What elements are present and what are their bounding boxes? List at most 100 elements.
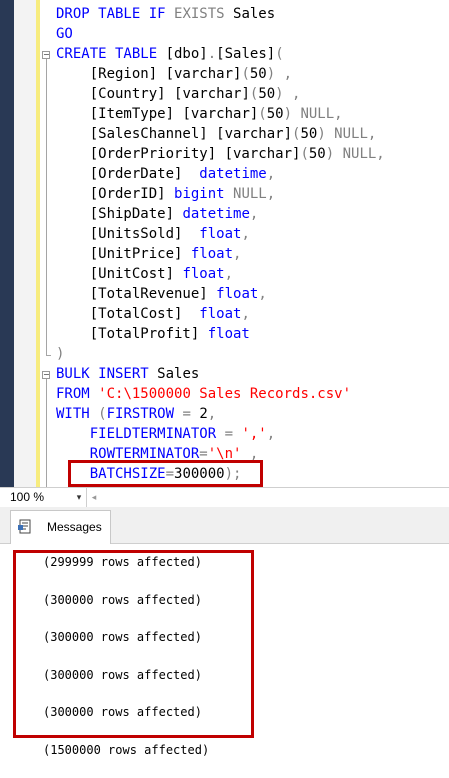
zoom-separator — [86, 488, 87, 507]
window-frame — [0, 0, 14, 487]
code-line[interactable]: [Country] [varchar](50) , — [56, 84, 385, 104]
code-token: float — [216, 286, 258, 302]
code-line[interactable]: [TotalRevenue] float, — [56, 284, 385, 304]
code-token: GO — [56, 26, 73, 42]
code-line[interactable]: [OrderDate] datetime, — [56, 164, 385, 184]
code-token: , — [267, 166, 275, 182]
code-token: DROP TABLE IF — [56, 6, 174, 22]
code-token: EXISTS — [174, 6, 225, 22]
code-token: float — [199, 226, 241, 242]
collapse-bulk-insert-icon[interactable]: − — [42, 371, 50, 379]
results-tab-strip: Messages — [0, 507, 449, 544]
code-token: . — [208, 46, 216, 62]
code-token: [UnitsSold] — [56, 226, 199, 242]
code-token: , — [208, 406, 216, 422]
code-token: [TotalCost] — [56, 306, 199, 322]
code-line[interactable]: DROP TABLE IF EXISTS Sales — [56, 4, 385, 24]
results-pane: Messages (299999 rows affected)(300000 r… — [0, 507, 449, 774]
code-token: [TotalProfit] — [56, 326, 208, 342]
message-line: (1500000 rows affected) — [43, 741, 209, 778]
code-token: [SalesChannel] — [56, 126, 216, 142]
code-token: [varchar] — [216, 126, 292, 142]
code-token: 50 — [300, 126, 317, 142]
code-line[interactable]: WITH (FIRSTROW = 2, — [56, 404, 385, 424]
code-token: Sales — [225, 6, 276, 22]
code-token: bigint — [174, 186, 225, 202]
code-token: [Sales] — [216, 46, 275, 62]
scroll-left-icon[interactable]: ◂ — [88, 490, 100, 504]
code-line[interactable]: [OrderID] bigint NULL, — [56, 184, 385, 204]
code-line[interactable]: [UnitCost] float, — [56, 264, 385, 284]
fold-guide-end — [46, 355, 51, 356]
code-token: ( — [275, 46, 283, 62]
code-line[interactable]: [TotalProfit] float — [56, 324, 385, 344]
collapse-create-table-icon[interactable]: − — [42, 51, 50, 59]
code-token: , — [241, 226, 249, 242]
code-line[interactable]: CREATE TABLE [dbo].[Sales]( — [56, 44, 385, 64]
code-line[interactable]: [UnitPrice] float, — [56, 244, 385, 264]
code-line[interactable]: FROM 'C:\1500000 Sales Records.csv' — [56, 384, 385, 404]
code-token: BULK INSERT — [56, 366, 157, 382]
fold-guide-line — [46, 379, 47, 487]
code-token: [varchar] — [182, 106, 258, 122]
code-token: FROM — [56, 386, 98, 402]
code-line[interactable]: [Region] [varchar](50) , — [56, 64, 385, 84]
editor-status-strip: 100 % ▾ ◂ — [0, 487, 449, 507]
code-token: [UnitCost] — [56, 266, 182, 282]
code-line[interactable]: [OrderPriority] [varchar](50) NULL, — [56, 144, 385, 164]
code-token: [ItemType] — [56, 106, 182, 122]
code-token: datetime — [199, 166, 266, 182]
code-token: [OrderPriority] — [56, 146, 225, 162]
code-token: [varchar] — [166, 66, 242, 82]
tab-messages-label: Messages — [47, 520, 102, 534]
code-token: [OrderDate] — [56, 166, 199, 182]
code-token: = — [182, 406, 199, 422]
code-line[interactable]: [TotalCost] float, — [56, 304, 385, 324]
code-token: , — [241, 306, 249, 322]
code-token: CREATE TABLE — [56, 46, 166, 62]
code-token: , — [250, 206, 258, 222]
code-token: float — [208, 326, 250, 342]
code-token: [Region] — [56, 66, 166, 82]
code-token: 50 — [309, 146, 326, 162]
code-token: 2 — [199, 406, 207, 422]
code-token: ',' — [241, 426, 266, 442]
code-token: ) NULL, — [326, 146, 385, 162]
code-token: , — [258, 286, 266, 302]
batch-results-highlight-box — [13, 550, 254, 738]
code-token: [dbo] — [166, 46, 208, 62]
code-line[interactable]: [UnitsSold] float, — [56, 224, 385, 244]
code-token: [ShipDate] — [56, 206, 182, 222]
code-token: ) , — [275, 86, 300, 102]
code-token: ( — [300, 146, 308, 162]
code-token: [varchar] — [225, 146, 301, 162]
code-token: datetime — [182, 206, 249, 222]
code-token: , — [225, 266, 233, 282]
code-line[interactable]: FIELDTERMINATOR = ',', — [56, 424, 385, 444]
fold-guide-line — [46, 59, 47, 355]
code-line[interactable]: GO — [56, 24, 385, 44]
code-token: ) NULL, — [317, 126, 376, 142]
tab-messages[interactable]: Messages — [10, 510, 111, 544]
code-token: float — [182, 266, 224, 282]
zoom-dropdown-icon[interactable]: ▾ — [72, 490, 86, 504]
code-line[interactable]: ) — [56, 344, 385, 364]
zoom-level[interactable]: 100 % — [10, 490, 44, 504]
query-editor[interactable]: − − DROP TABLE IF EXISTS Sales GO CREATE T… — [0, 0, 449, 487]
code-token: ) — [56, 346, 64, 362]
code-line[interactable]: [ItemType] [varchar](50) NULL, — [56, 104, 385, 124]
code-token: [OrderID] — [56, 186, 174, 202]
code-token: ) , — [267, 66, 292, 82]
code-token: [TotalRevenue] — [56, 286, 216, 302]
code-line[interactable]: [SalesChannel] [varchar](50) NULL, — [56, 124, 385, 144]
code-line[interactable]: [ShipDate] datetime, — [56, 204, 385, 224]
code-token: = — [225, 426, 242, 442]
code-token: Sales — [157, 366, 199, 382]
code-token: [varchar] — [174, 86, 250, 102]
code-line[interactable]: BULK INSERT Sales — [56, 364, 385, 384]
code-token: float — [191, 246, 233, 262]
batchsize-highlight-box — [68, 460, 263, 487]
code-token: , — [233, 246, 241, 262]
sql-code[interactable]: DROP TABLE IF EXISTS Sales GO CREATE TABLE… — [56, 4, 385, 484]
code-token: WITH — [56, 406, 98, 422]
